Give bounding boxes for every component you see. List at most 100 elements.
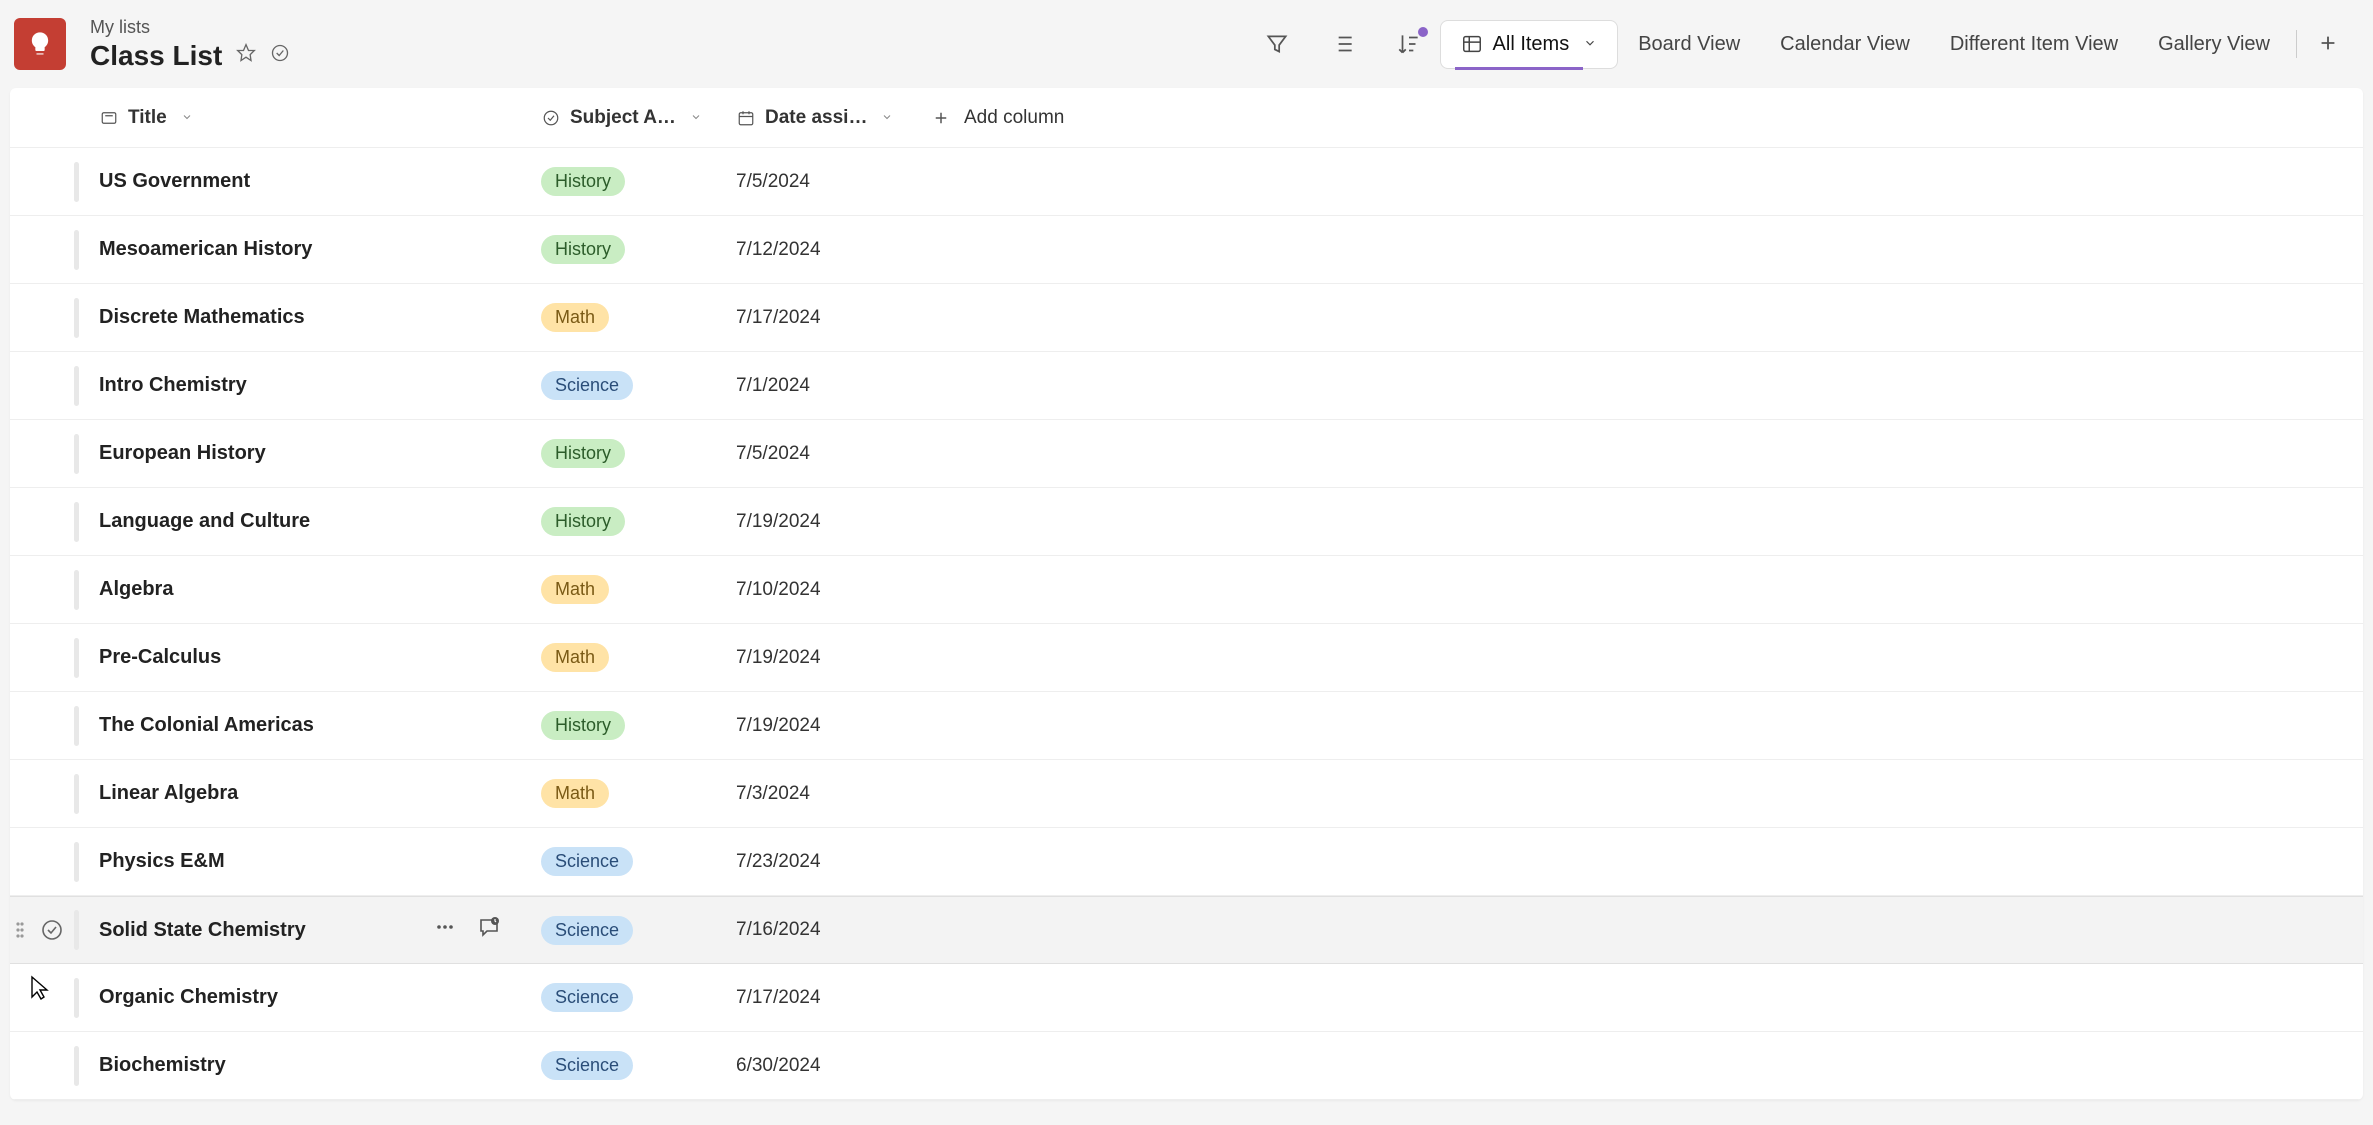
table-row[interactable]: US Government History 7/5/2024 xyxy=(10,148,2363,216)
row-title-text: Linear Algebra xyxy=(99,782,238,805)
column-header-title[interactable]: Title xyxy=(100,107,542,129)
cell-subject[interactable]: Math xyxy=(541,303,736,332)
sort-button[interactable] xyxy=(1388,23,1430,65)
drag-handle-icon[interactable] xyxy=(10,918,30,942)
table-row[interactable]: Pre-Calculus Math 7/19/2024 xyxy=(10,624,2363,692)
add-view-button[interactable] xyxy=(2303,22,2353,67)
add-column-button[interactable]: Add column xyxy=(932,107,1132,129)
subject-tag: Math xyxy=(541,303,609,332)
cell-title[interactable]: Organic Chemistry xyxy=(99,983,541,1013)
chevron-down-icon xyxy=(690,110,702,126)
cell-title[interactable]: Algebra xyxy=(99,575,541,605)
page-title: Class List xyxy=(90,40,222,72)
table-row[interactable]: Language and Culture History 7/19/2024 xyxy=(10,488,2363,556)
row-accent xyxy=(74,366,79,406)
view-gallery[interactable]: Gallery View xyxy=(2138,21,2290,68)
sort-active-indicator xyxy=(1418,27,1428,37)
table-row[interactable]: Physics E&M Science 7/23/2024 xyxy=(10,828,2363,896)
table-row[interactable]: Intro Chemistry Science 7/1/2024 xyxy=(10,352,2363,420)
row-accent xyxy=(74,842,79,882)
view-all-items[interactable]: All Items xyxy=(1440,20,1619,69)
view-different-item[interactable]: Different Item View xyxy=(1930,21,2138,68)
view-calendar[interactable]: Calendar View xyxy=(1760,21,1930,68)
cell-title[interactable]: The Colonial Americas xyxy=(99,711,541,741)
cell-subject[interactable]: History xyxy=(541,235,736,264)
cell-date[interactable]: 7/5/2024 xyxy=(736,443,931,465)
table-row[interactable]: European History History 7/5/2024 xyxy=(10,420,2363,488)
cell-subject[interactable]: Science xyxy=(541,1051,736,1080)
group-button[interactable] xyxy=(1322,23,1364,65)
cell-date[interactable]: 7/19/2024 xyxy=(736,511,931,533)
subject-tag: Science xyxy=(541,371,633,400)
cell-title[interactable]: Linear Algebra xyxy=(99,779,541,809)
cell-date[interactable]: 7/3/2024 xyxy=(736,783,931,805)
cell-subject[interactable]: Science xyxy=(541,983,736,1012)
column-header-date[interactable]: Date assi… xyxy=(737,107,932,129)
cell-subject[interactable]: Math xyxy=(541,779,736,808)
select-row-toggle[interactable] xyxy=(30,918,74,942)
subject-tag: Science xyxy=(541,1051,633,1080)
view-switcher: All Items Board View Calendar View Diffe… xyxy=(1440,20,2353,69)
cell-date[interactable]: 7/23/2024 xyxy=(736,851,931,873)
cell-date[interactable]: 7/12/2024 xyxy=(736,239,931,261)
row-title-text: Mesoamerican History xyxy=(99,238,312,261)
comment-icon[interactable] xyxy=(477,915,501,945)
divider xyxy=(2296,30,2297,58)
cell-title[interactable]: Discrete Mathematics xyxy=(99,303,541,333)
star-icon[interactable] xyxy=(236,43,256,68)
cell-date[interactable]: 7/19/2024 xyxy=(736,647,931,669)
cell-date[interactable]: 7/19/2024 xyxy=(736,715,931,737)
cell-date[interactable]: 7/17/2024 xyxy=(736,987,931,1009)
table-row[interactable]: Discrete Mathematics Math 7/17/2024 xyxy=(10,284,2363,352)
cell-subject[interactable]: Math xyxy=(541,643,736,672)
check-circle-icon[interactable] xyxy=(270,43,290,68)
cell-title[interactable]: Solid State Chemistry xyxy=(99,915,541,945)
cell-title[interactable]: Intro Chemistry xyxy=(99,371,541,401)
cell-subject[interactable]: History xyxy=(541,711,736,740)
subject-tag: Science xyxy=(541,847,633,876)
table-row[interactable]: Biochemistry Science 6/30/2024 xyxy=(10,1032,2363,1100)
table-row[interactable]: Solid State Chemistry Science 7/16/2024 xyxy=(10,896,2363,964)
cell-subject[interactable]: Science xyxy=(541,916,736,945)
cell-title[interactable]: Pre-Calculus xyxy=(99,643,541,673)
chevron-down-icon xyxy=(1583,33,1597,56)
view-board[interactable]: Board View xyxy=(1618,21,1760,68)
table-row[interactable]: Organic Chemistry Science 7/17/2024 xyxy=(10,964,2363,1032)
table-row[interactable]: Linear Algebra Math 7/3/2024 xyxy=(10,760,2363,828)
cell-date[interactable]: 7/1/2024 xyxy=(736,375,931,397)
filter-button[interactable] xyxy=(1256,23,1298,65)
row-title-text: Intro Chemistry xyxy=(99,374,247,397)
cell-subject[interactable]: Science xyxy=(541,847,736,876)
cell-date[interactable]: 7/10/2024 xyxy=(736,579,931,601)
subject-tag: History xyxy=(541,711,625,740)
cell-title[interactable]: Biochemistry xyxy=(99,1051,541,1081)
row-title-text: US Government xyxy=(99,170,250,193)
cell-title[interactable]: European History xyxy=(99,439,541,469)
table-row[interactable]: The Colonial Americas History 7/19/2024 xyxy=(10,692,2363,760)
table-row[interactable]: Algebra Math 7/10/2024 xyxy=(10,556,2363,624)
cell-date[interactable]: 7/17/2024 xyxy=(736,307,931,329)
cell-subject[interactable]: History xyxy=(541,507,736,536)
cell-title[interactable]: Physics E&M xyxy=(99,847,541,877)
cell-title[interactable]: Language and Culture xyxy=(99,507,541,537)
row-accent xyxy=(74,1046,79,1086)
cell-date[interactable]: 6/30/2024 xyxy=(736,1055,931,1077)
row-title-text: Algebra xyxy=(99,578,173,601)
row-accent xyxy=(74,570,79,610)
breadcrumb[interactable]: My lists xyxy=(90,17,150,37)
table-row[interactable]: Mesoamerican History History 7/12/2024 xyxy=(10,216,2363,284)
row-title-text: Discrete Mathematics xyxy=(99,306,305,329)
cell-subject[interactable]: Science xyxy=(541,371,736,400)
more-icon[interactable] xyxy=(433,915,457,945)
cell-title[interactable]: Mesoamerican History xyxy=(99,235,541,265)
row-accent xyxy=(74,162,79,202)
cell-date[interactable]: 7/16/2024 xyxy=(736,919,931,941)
row-accent xyxy=(74,978,79,1018)
row-title-text: Physics E&M xyxy=(99,850,225,873)
cell-subject[interactable]: Math xyxy=(541,575,736,604)
cell-date[interactable]: 7/5/2024 xyxy=(736,171,931,193)
cell-subject[interactable]: History xyxy=(541,167,736,196)
cell-subject[interactable]: History xyxy=(541,439,736,468)
column-header-subject[interactable]: Subject A… xyxy=(542,107,737,129)
cell-title[interactable]: US Government xyxy=(99,167,541,197)
